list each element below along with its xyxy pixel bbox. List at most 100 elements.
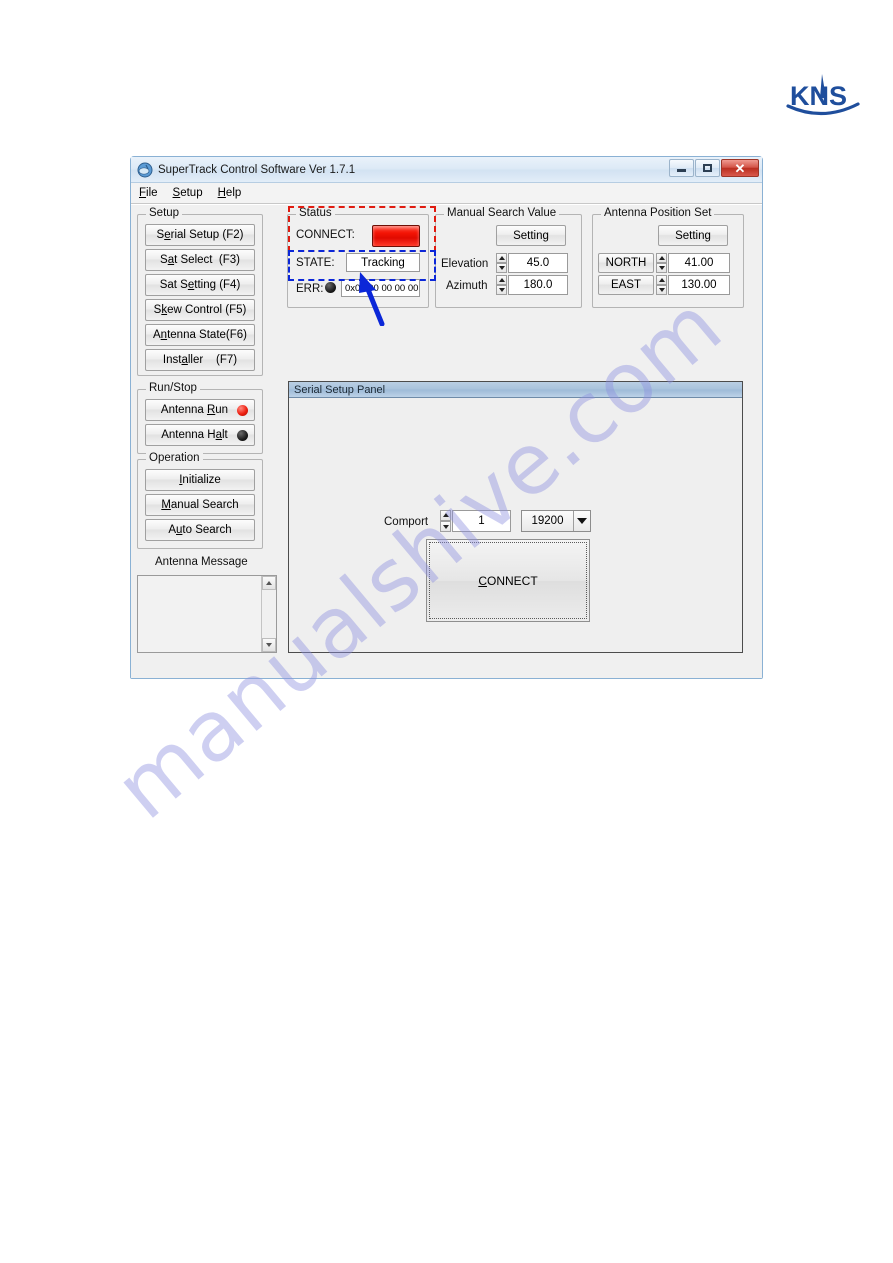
baudrate-select[interactable]: 19200 <box>521 510 591 532</box>
initialize-button[interactable]: Initialize <box>145 469 255 491</box>
antenna-position-setting-button[interactable]: Setting <box>658 225 728 246</box>
comport-value-field[interactable]: 1 <box>452 510 511 532</box>
maximize-icon <box>703 164 712 172</box>
antenna-message-title: Antenna Message <box>155 556 248 568</box>
sat-setting-button[interactable]: Sat Setting (F4) <box>145 274 255 296</box>
setup-group-title: Setup <box>146 207 183 219</box>
arrow-down-icon <box>442 524 449 529</box>
antenna-message-scrollbar[interactable] <box>261 576 276 652</box>
north-stepper-up[interactable] <box>656 253 667 263</box>
operation-group: Operation Initialize Manual Search Auto … <box>137 452 263 549</box>
menu-item-setup[interactable]: Setup <box>173 187 203 199</box>
antenna-halt-led-icon <box>237 429 248 441</box>
run-stop-group-title: Run/Stop <box>146 382 200 394</box>
menu-item-file[interactable]: File <box>139 187 158 199</box>
arrow-up-icon <box>658 277 665 282</box>
antenna-state-button[interactable]: Antenna State(F6) <box>145 324 255 346</box>
close-button[interactable]: ✕ <box>721 159 759 177</box>
err-label: ERR: <box>296 283 324 295</box>
scroll-up-button[interactable] <box>262 576 276 590</box>
arrow-down-icon <box>498 266 505 271</box>
state-label: STATE: <box>296 257 335 269</box>
setup-group: Setup Serial Setup (F2) Sat Select (F3) … <box>137 207 263 376</box>
installer-button[interactable]: Installer (F7) <box>145 349 255 371</box>
north-button[interactable]: NORTH <box>598 253 654 273</box>
east-value-field[interactable]: 130.00 <box>668 275 730 295</box>
azimuth-label: Azimuth <box>446 280 488 292</box>
elevation-label: Elevation <box>441 258 489 270</box>
installer-label: Installer (F7) <box>162 354 238 366</box>
antenna-run-button[interactable]: Antenna Run <box>145 399 255 421</box>
antenna-position-group-title: Antenna Position Set <box>601 207 715 219</box>
connect-status-indicator <box>372 225 420 247</box>
azimuth-stepper-up[interactable] <box>496 275 507 285</box>
auto-search-button[interactable]: Auto Search <box>145 519 255 541</box>
window-titlebar[interactable]: SuperTrack Control Software Ver 1.7.1 ✕ <box>131 157 762 183</box>
east-button[interactable]: EAST <box>598 275 654 295</box>
window-controls: ✕ <box>669 159 759 177</box>
application-window: SuperTrack Control Software Ver 1.7.1 ✕ … <box>130 156 763 679</box>
manual-search-value-group: Manual Search Value Setting Elevation 45… <box>435 207 582 308</box>
azimuth-stepper[interactable] <box>496 275 507 295</box>
antenna-state-label: Antenna State(F6) <box>153 329 247 341</box>
manual-search-label: Manual Search <box>161 499 239 511</box>
connect-label: CONNECT: <box>296 229 355 241</box>
elevation-stepper-up[interactable] <box>496 253 507 263</box>
comport-stepper-down[interactable] <box>440 521 451 532</box>
sat-setting-label: Sat Setting (F4) <box>159 279 241 291</box>
azimuth-stepper-down[interactable] <box>496 285 507 295</box>
connect-button-focus-ring <box>429 542 587 619</box>
kns-logo: KNS <box>782 72 864 122</box>
serial-setup-panel-header: Serial Setup Panel <box>289 382 742 398</box>
chevron-up-icon <box>266 581 272 585</box>
auto-search-label: Auto Search <box>168 524 232 536</box>
maximize-button[interactable] <box>695 159 720 177</box>
comport-stepper[interactable] <box>440 510 451 532</box>
manual-search-setting-button[interactable]: Setting <box>496 225 566 246</box>
sat-select-button[interactable]: Sat Select (F3) <box>145 249 255 271</box>
north-stepper-down[interactable] <box>656 263 667 273</box>
antenna-halt-label: Antenna Halt <box>161 429 228 441</box>
arrow-down-icon <box>658 266 665 271</box>
err-value-field: 0x00 00 00 00 00 <box>341 279 420 297</box>
elevation-stepper[interactable] <box>496 253 507 273</box>
east-stepper[interactable] <box>656 275 667 295</box>
state-value-field: Tracking <box>346 253 420 272</box>
antenna-halt-button[interactable]: Antenna Halt <box>145 424 255 446</box>
comport-label: Comport <box>384 516 429 528</box>
arrow-up-icon <box>498 277 505 282</box>
minimize-button[interactable] <box>669 159 694 177</box>
comport-stepper-up[interactable] <box>440 510 451 521</box>
status-group-title: Status <box>296 207 335 219</box>
antenna-position-set-group: Antenna Position Set Setting NORTH 41.00… <box>592 207 744 308</box>
arrow-up-icon <box>442 513 449 518</box>
chevron-down-icon <box>577 518 587 524</box>
menu-item-help[interactable]: Help <box>218 187 242 199</box>
baudrate-value: 19200 <box>531 515 564 527</box>
client-area: Setup Serial Setup (F2) Sat Select (F3) … <box>131 204 762 678</box>
skew-control-button[interactable]: Skew Control (F5) <box>145 299 255 321</box>
arrow-up-icon <box>658 255 665 260</box>
status-group: Status CONNECT: STATE: Tracking ERR: 0x0… <box>287 207 429 308</box>
serial-setup-button[interactable]: Serial Setup (F2) <box>145 224 255 246</box>
antenna-run-label: Antenna Run <box>160 404 229 416</box>
scroll-down-button[interactable] <box>262 638 276 652</box>
chevron-down-icon <box>266 643 272 647</box>
north-stepper[interactable] <box>656 253 667 273</box>
east-stepper-down[interactable] <box>656 285 667 295</box>
operation-group-title: Operation <box>146 452 203 464</box>
manual-search-group-title: Manual Search Value <box>444 207 560 219</box>
north-value-field[interactable]: 41.00 <box>668 253 730 273</box>
connect-button[interactable]: CONNECT <box>426 539 590 622</box>
skew-control-label: Skew Control (F5) <box>153 304 247 316</box>
elevation-value-field[interactable]: 45.0 <box>508 253 568 273</box>
manual-search-button[interactable]: Manual Search <box>145 494 255 516</box>
sat-select-label: Sat Select (F3) <box>160 254 240 266</box>
serial-setup-panel: Serial Setup Panel Comport 1 19200 CONNE… <box>288 381 743 653</box>
azimuth-value-field[interactable]: 180.0 <box>508 275 568 295</box>
antenna-message-listbox[interactable] <box>137 575 277 653</box>
elevation-stepper-down[interactable] <box>496 263 507 273</box>
run-stop-group: Run/Stop Antenna Run Antenna Halt <box>137 382 263 454</box>
east-stepper-up[interactable] <box>656 275 667 285</box>
baudrate-dropdown-button[interactable] <box>573 511 590 531</box>
